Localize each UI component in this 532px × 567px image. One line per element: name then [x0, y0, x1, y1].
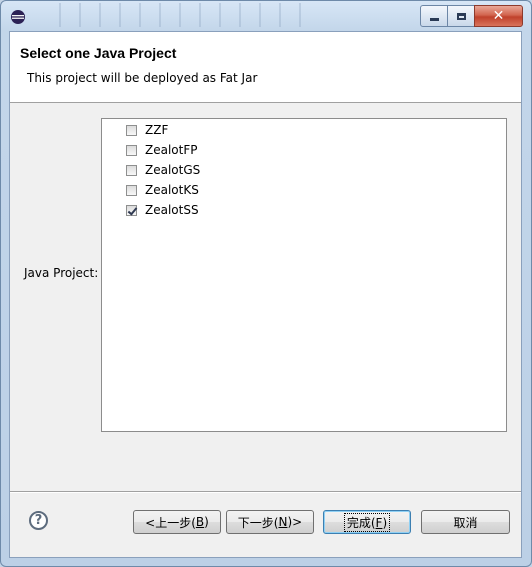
list-item-label: ZealotFP [145, 143, 198, 157]
list-item-label: ZealotGS [145, 163, 201, 177]
list-item[interactable]: ZealotKS [126, 180, 199, 200]
title-bar[interactable]: ✕ [1, 1, 531, 31]
back-button[interactable]: <上一步(B) [133, 510, 221, 534]
list-item-label: ZealotSS [145, 203, 199, 217]
list-item[interactable]: ZealotSS [126, 200, 199, 220]
back-mnemonic: B [195, 515, 205, 529]
dialog-window: ✕ Select one Java Project This project w… [0, 0, 532, 567]
maximize-button[interactable] [447, 5, 475, 27]
checkbox[interactable] [126, 124, 137, 136]
list-item-label: ZealotKS [145, 183, 199, 197]
minimize-icon [429, 18, 439, 21]
finish-button[interactable]: 完成(F) [323, 510, 411, 534]
close-icon: ✕ [492, 8, 505, 24]
maximize-icon [456, 12, 466, 20]
next-label-end: )> [287, 515, 303, 529]
wizard-header: Select one Java Project This project wil… [10, 32, 521, 103]
list-item[interactable]: ZealotFP [126, 140, 197, 160]
checkbox[interactable] [126, 144, 137, 156]
checkbox-checked[interactable] [126, 204, 137, 216]
java-project-label: Java Project: [24, 266, 99, 280]
page-title: Select one Java Project [20, 45, 177, 61]
help-icon[interactable]: ? [29, 511, 48, 530]
eclipse-icon [11, 10, 25, 24]
list-item[interactable]: ZZF [126, 120, 168, 140]
list-item-label: ZZF [145, 123, 169, 137]
cancel-button[interactable]: 取消 [421, 510, 510, 534]
next-label: 下一步( [237, 515, 279, 530]
finish-focus: 完成(F) [343, 512, 391, 532]
finish-label: 完成( [346, 515, 376, 530]
close-button[interactable]: ✕ [474, 5, 523, 27]
minimize-button[interactable] [420, 5, 448, 27]
finish-label-end: ) [382, 515, 388, 530]
window-title [41, 3, 311, 27]
project-list[interactable]: ZZF ZealotFP ZealotGS ZealotKS ZealotSS [101, 118, 507, 432]
next-mnemonic: N [278, 515, 288, 529]
back-label: <上一步( [145, 515, 196, 530]
back-label-end: ) [204, 515, 209, 529]
checkbox[interactable] [126, 184, 137, 196]
list-item[interactable]: ZealotGS [126, 160, 200, 180]
next-button[interactable]: 下一步(N)> [226, 510, 314, 534]
dialog-body: Select one Java Project This project wil… [9, 31, 522, 558]
button-divider [10, 491, 521, 493]
checkbox[interactable] [126, 164, 137, 176]
page-description: This project will be deployed as Fat Jar [27, 71, 258, 85]
